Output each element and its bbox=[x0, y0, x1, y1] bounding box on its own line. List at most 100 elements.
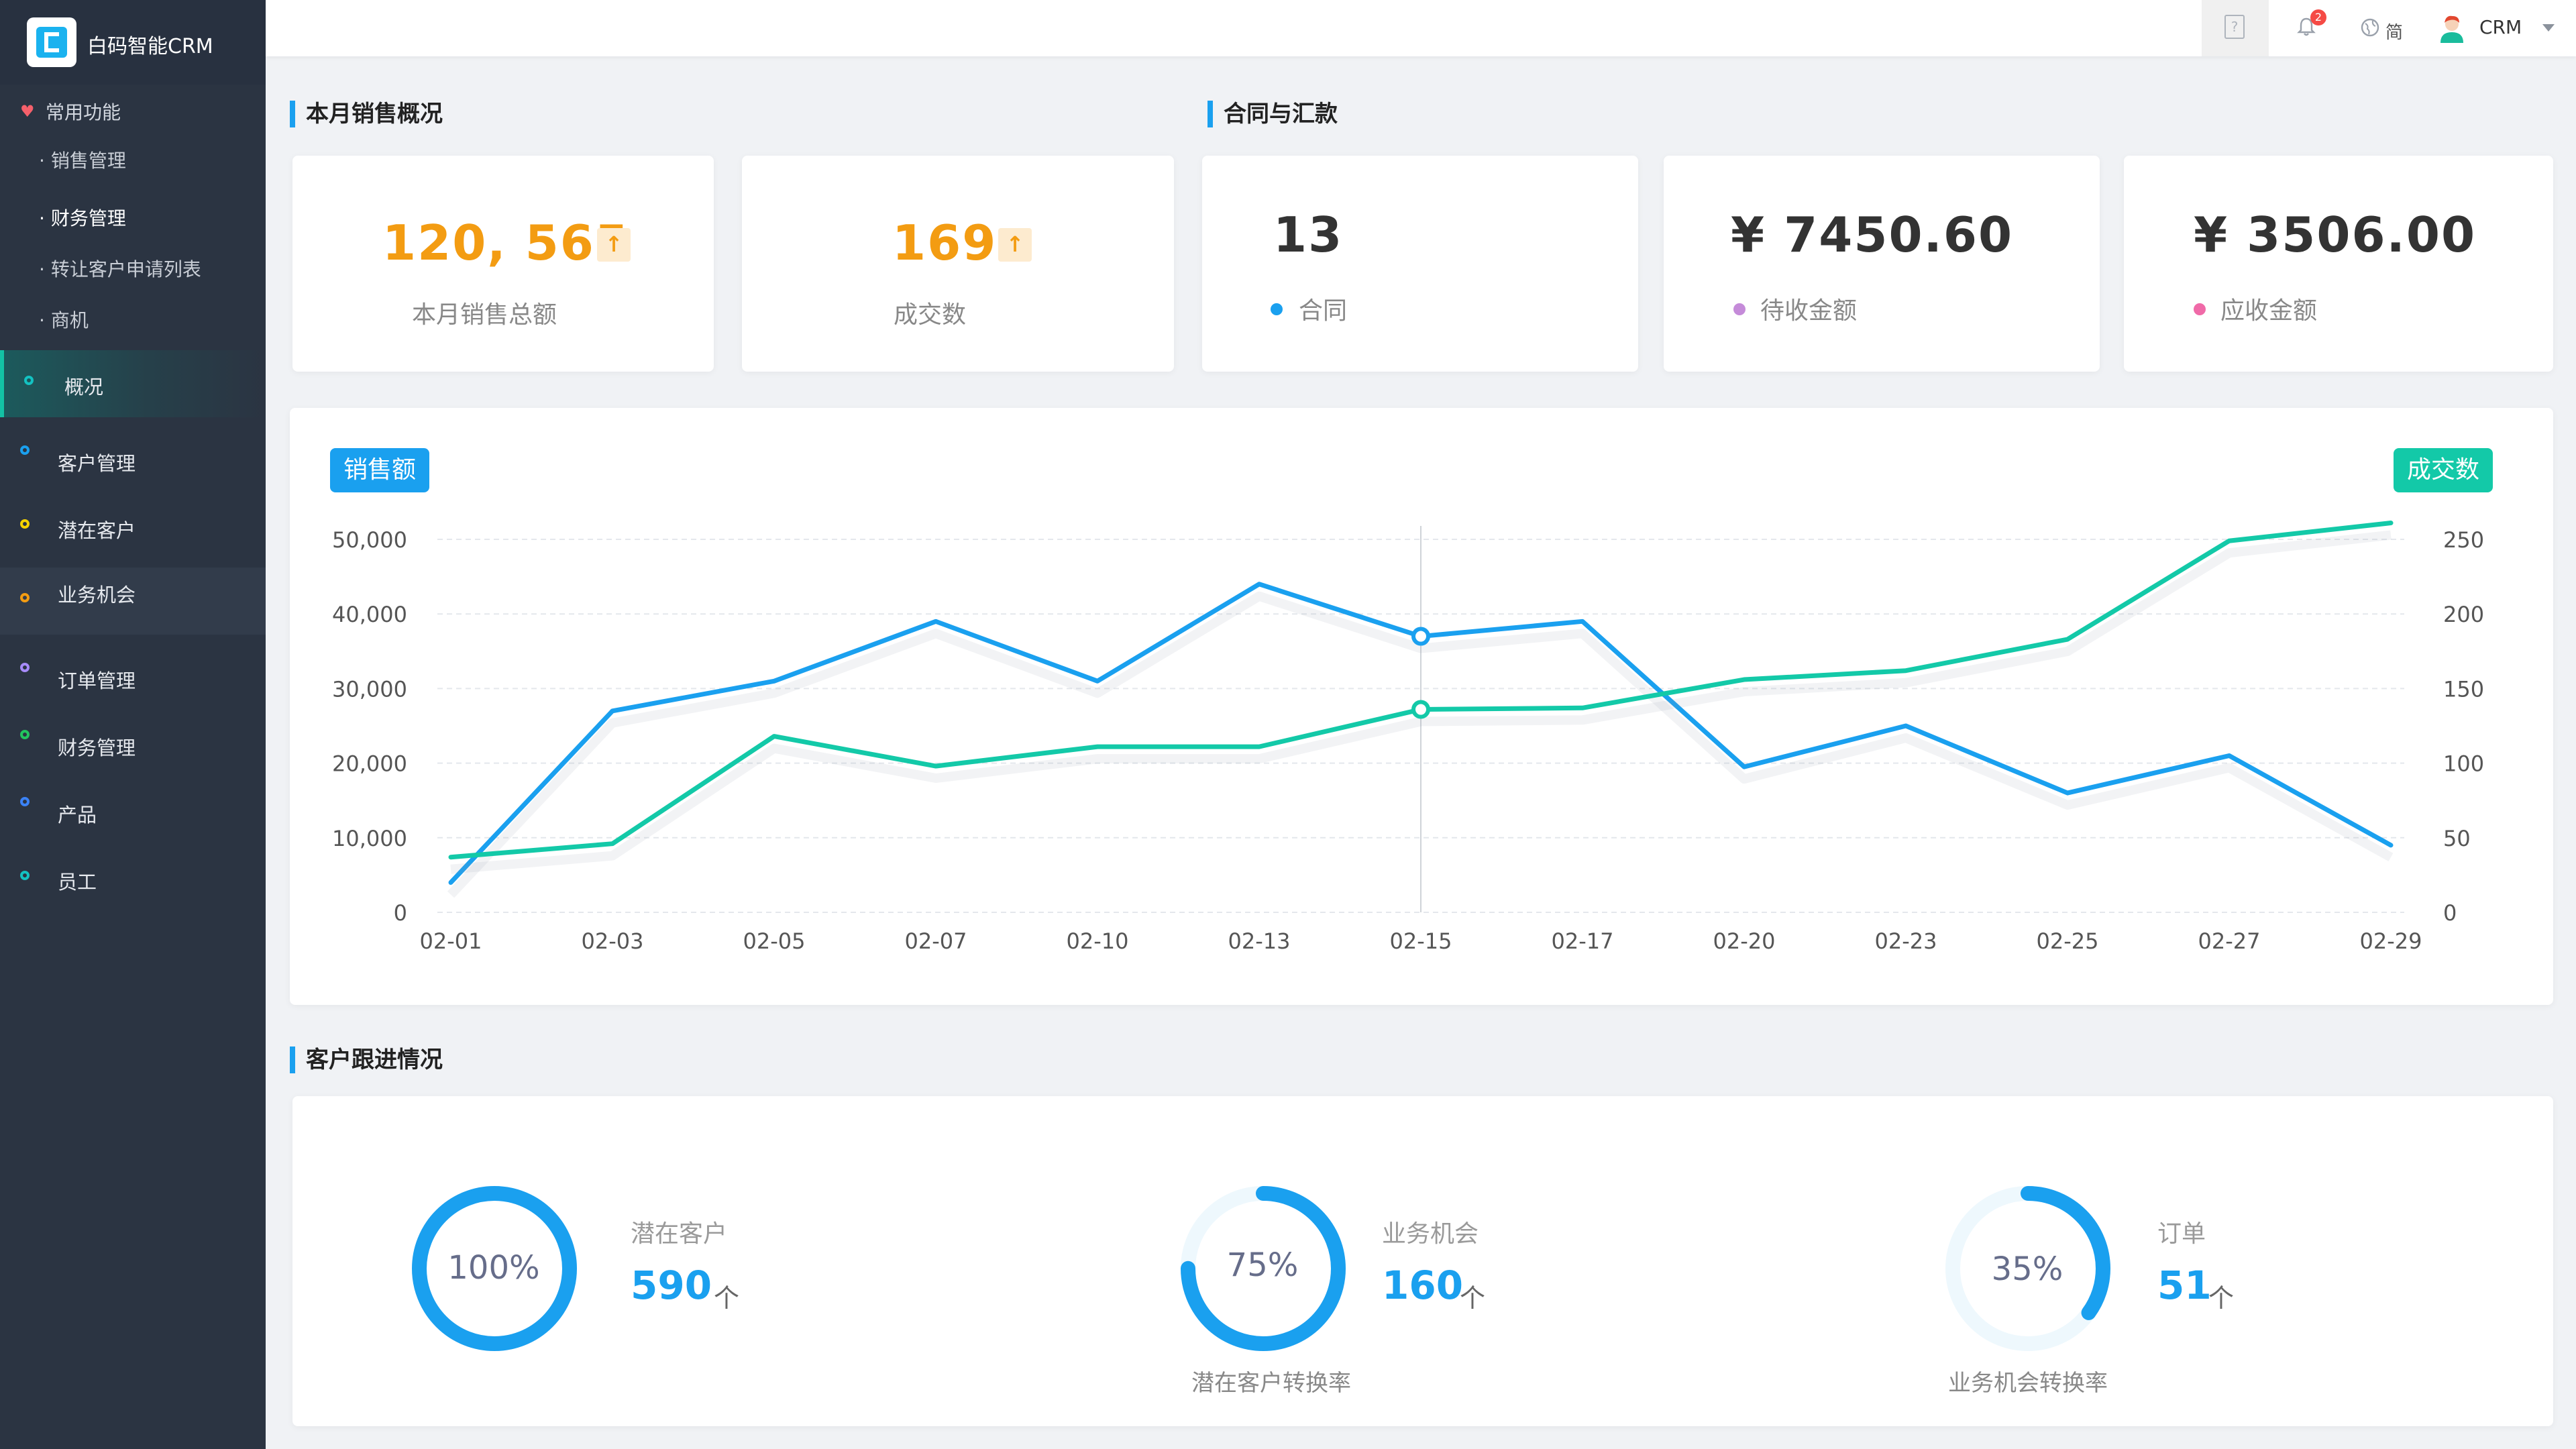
receivable-card: ¥ 3506.00 应收金额 bbox=[2124, 156, 2553, 372]
x-tick-label: 02-05 bbox=[743, 928, 806, 954]
circle-icon bbox=[20, 519, 30, 529]
x-tick-label: 02-20 bbox=[1713, 928, 1776, 954]
followup-unit: 个 bbox=[1460, 1283, 1486, 1313]
sidebar-subitem-finance[interactable]: · 财务管理 bbox=[39, 204, 126, 231]
sidebar-item-overview[interactable]: 概况 bbox=[0, 350, 266, 417]
y-left-tick-label: 40,000 bbox=[332, 602, 407, 627]
notification-badge: 2 bbox=[2310, 9, 2326, 25]
y-right-tick-label: 250 bbox=[2443, 527, 2484, 553]
sidebar-item-finance[interactable]: 财务管理 bbox=[0, 711, 266, 778]
x-tick-label: 02-01 bbox=[420, 928, 482, 954]
sidebar-subitem-transfer[interactable]: · 转让客户申请列表 bbox=[39, 255, 201, 282]
globe-icon[interactable] bbox=[2360, 17, 2380, 38]
contract-section-title: 合同与汇款 bbox=[1208, 101, 1338, 127]
y-left-tick-label: 50,000 bbox=[332, 527, 407, 553]
deals-card: 169 ↑ 成交数 bbox=[742, 156, 1174, 372]
circle-icon bbox=[20, 730, 30, 739]
x-tick-label: 02-23 bbox=[1875, 928, 1937, 954]
y-left-tick-label: 30,000 bbox=[332, 676, 407, 702]
sidebar-item-customers[interactable]: 客户管理 bbox=[0, 427, 266, 494]
x-tick-label: 02-27 bbox=[2198, 928, 2261, 954]
followup-value: 160 bbox=[1382, 1263, 1464, 1308]
help-icon: ? bbox=[2224, 15, 2245, 39]
deals-label: 成交数 bbox=[894, 301, 967, 329]
app-logo[interactable] bbox=[27, 17, 76, 67]
sidebar-item-staff[interactable]: 员工 bbox=[0, 845, 266, 912]
app-name: 白码智能CRM bbox=[87, 35, 213, 58]
circle-icon bbox=[20, 445, 30, 455]
sales-line-chart[interactable]: 0 10,000 20,000 30,000 40,000 50,000 0 50 100 150… bbox=[290, 408, 2553, 1005]
conversion-caption: 业务机会转换率 bbox=[1948, 1370, 2108, 1397]
contracts-value: 13 bbox=[1273, 207, 1344, 263]
user-name[interactable]: CRM bbox=[2479, 16, 2522, 38]
ring-percent: 75% bbox=[1226, 1246, 1299, 1284]
followup-value: 590 bbox=[631, 1263, 712, 1308]
help-button[interactable]: ? bbox=[2202, 0, 2269, 56]
sidebar-item-label: 业务机会 bbox=[58, 584, 136, 606]
status-dot bbox=[2194, 303, 2206, 315]
sidebar-subitem-sales[interactable]: · 销售管理 bbox=[39, 146, 126, 173]
top-header: ? 2 简 CRM bbox=[266, 0, 2576, 56]
ring-percent: 35% bbox=[1991, 1250, 2063, 1288]
avatar[interactable] bbox=[2435, 11, 2469, 44]
followup-label: 业务机会 bbox=[1382, 1220, 1479, 1248]
sidebar-item-label: 财务管理 bbox=[58, 737, 136, 759]
sales-section-title: 本月销售概况 bbox=[290, 101, 443, 127]
y-right-tick-label: 100 bbox=[2443, 751, 2484, 777]
sales-total-value: 120, 565 bbox=[382, 215, 631, 271]
receivable-value: ¥ 3506.00 bbox=[2194, 207, 2477, 263]
circle-icon bbox=[20, 663, 30, 672]
x-tick-label: 02-25 bbox=[2037, 928, 2099, 954]
ring-percent: 100% bbox=[447, 1249, 540, 1287]
sidebar-item-label: 员工 bbox=[58, 871, 97, 894]
chevron-down-icon[interactable] bbox=[2542, 24, 2555, 32]
receivable-label: 应收金额 bbox=[2220, 297, 2318, 325]
followup-unit: 个 bbox=[714, 1283, 740, 1313]
up-arrow-icon: ↑ bbox=[597, 228, 631, 262]
y-left-tick-label: 0 bbox=[394, 900, 407, 926]
sidebar: 白码智能CRM ♥ 常用功能 · 销售管理 · 财务管理 · 转让客户申请列表 … bbox=[0, 0, 266, 1449]
language-switch[interactable]: 简 bbox=[2385, 19, 2403, 44]
followup-unit: 个 bbox=[2208, 1283, 2235, 1313]
y-right-tick-label: 150 bbox=[2443, 676, 2484, 702]
conversion-caption: 潜在客户转换率 bbox=[1191, 1370, 1351, 1397]
favorites-header[interactable]: ♥ 常用功能 bbox=[0, 89, 266, 131]
y-right-tick-label: 50 bbox=[2443, 826, 2471, 851]
status-dot bbox=[1733, 303, 1746, 315]
up-arrow-icon: ↑ bbox=[998, 228, 1032, 262]
x-tick-label: 02-10 bbox=[1067, 928, 1129, 954]
sidebar-item-label: 潜在客户 bbox=[58, 519, 136, 542]
sales-total-card: 120, 565 ↑ 本月销售总额 bbox=[292, 156, 714, 372]
sidebar-item-opportunities[interactable]: 业务机会 bbox=[0, 568, 266, 635]
sidebar-item-products[interactable]: 产品 bbox=[0, 778, 266, 845]
x-tick-label: 02-17 bbox=[1552, 928, 1614, 954]
favorites-title: 常用功能 bbox=[46, 101, 121, 123]
brand-bar: 白码智能CRM bbox=[0, 0, 266, 85]
followup-label: 订单 bbox=[2157, 1220, 2206, 1248]
sales-total-label: 本月销售总额 bbox=[412, 301, 557, 329]
followup-value: 51 bbox=[2157, 1263, 2212, 1308]
y-right-tick-label: 200 bbox=[2443, 602, 2484, 627]
x-tick-label: 02-03 bbox=[582, 928, 644, 954]
circle-icon bbox=[20, 797, 30, 806]
followup-section-title: 客户跟进情况 bbox=[290, 1046, 443, 1073]
sidebar-item-orders[interactable]: 订单管理 bbox=[0, 644, 266, 711]
pending-value: ¥ 7450.60 bbox=[1731, 207, 2014, 263]
y-left-tick-label: 20,000 bbox=[332, 751, 407, 777]
data-point-highlight bbox=[1411, 700, 1430, 719]
pending-label: 待收金额 bbox=[1760, 297, 1858, 325]
y-right-tick-label: 0 bbox=[2443, 900, 2457, 926]
contracts-label: 合同 bbox=[1299, 297, 1348, 325]
sidebar-item-label: 产品 bbox=[58, 804, 97, 826]
heart-icon: ♥ bbox=[20, 102, 35, 121]
x-tick-label: 02-13 bbox=[1228, 928, 1291, 954]
circle-icon bbox=[24, 376, 34, 385]
sidebar-item-label: 客户管理 bbox=[58, 452, 136, 475]
followup-label: 潜在客户 bbox=[631, 1220, 728, 1248]
sidebar-subitem-opportunity[interactable]: · 商机 bbox=[39, 306, 89, 333]
x-tick-label: 02-15 bbox=[1390, 928, 1452, 954]
sidebar-item-label: 订单管理 bbox=[58, 669, 136, 692]
sidebar-item-leads[interactable]: 潜在客户 bbox=[0, 494, 266, 561]
data-point-highlight bbox=[1411, 627, 1430, 646]
x-tick-label: 02-07 bbox=[905, 928, 967, 954]
